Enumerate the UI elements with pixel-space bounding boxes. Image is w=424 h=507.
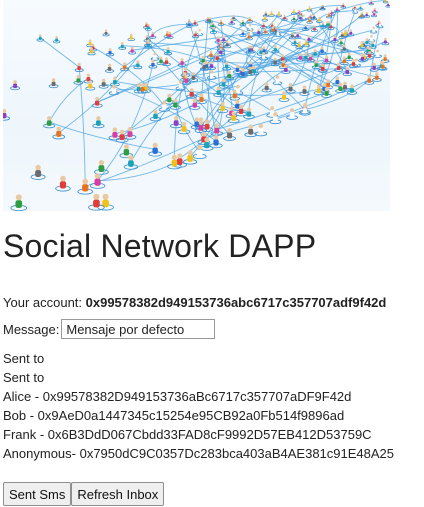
inbox-list: Sent to Sent to Alice - 0x99578382D94915… xyxy=(3,351,394,465)
contact-frank: Frank - 0x6B3DdD067Cbdd33FAD8cF9992D57EB… xyxy=(3,427,372,442)
contact-anonymous: Anonymous- 0x7950dC9C0357Dc283bca403aB4A… xyxy=(3,446,395,461)
contact-bob: Bob - 0x9AeD0a1447345c15254e95CB92a0Fb51… xyxy=(3,408,345,423)
crowd-network-image xyxy=(3,0,390,211)
send-sms-button[interactable]: Sent Sms xyxy=(3,482,72,506)
network-graphic xyxy=(3,0,390,211)
message-input[interactable] xyxy=(61,319,216,339)
page-title: Social Network DAPP xyxy=(3,228,317,264)
sent-line: Sent to xyxy=(3,351,45,366)
account-line: Your account: 0x99578382d949153736abc671… xyxy=(3,295,386,310)
sent-line: Sent to xyxy=(3,370,45,385)
message-label: Message: xyxy=(3,321,60,337)
refresh-inbox-button[interactable]: Refresh Inbox xyxy=(71,482,165,506)
network-people xyxy=(3,0,390,211)
account-label: Your account: xyxy=(3,295,86,310)
contact-alice: Alice - 0x99578382D949153736aBc6717c3577… xyxy=(3,389,352,404)
action-buttons: Sent Sms Refresh Inbox xyxy=(3,482,165,506)
message-row: Message: xyxy=(3,319,216,339)
account-address: 0x99578382d949153736abc6717c357707adf9f4… xyxy=(85,295,387,310)
